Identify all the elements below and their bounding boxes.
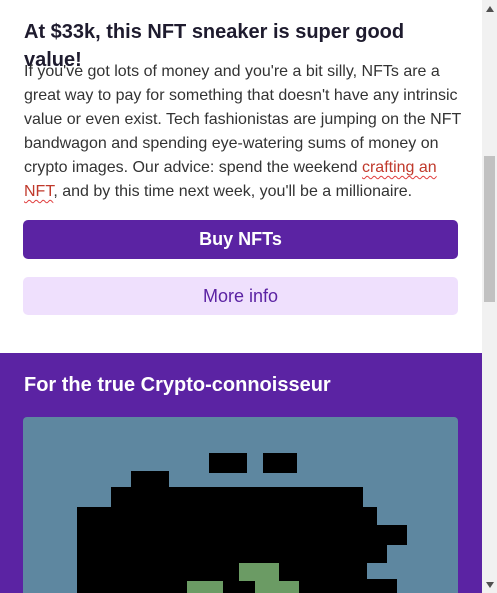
- pixel-block-5: [77, 525, 407, 545]
- body-text-end: , and by this time next week, you'll be …: [53, 183, 413, 200]
- card-body-text: If you've got lots of money and you're a…: [24, 60, 462, 204]
- pixel-block-1: [209, 453, 247, 473]
- pixel-block-2: [263, 453, 297, 473]
- scroll-up-icon[interactable]: [482, 0, 497, 17]
- buy-nfts-button[interactable]: Buy NFTs: [23, 220, 458, 259]
- nft-image: [23, 417, 458, 593]
- pixel-block-4: [77, 507, 377, 525]
- pixel-block-7: [77, 561, 367, 581]
- pixel-block-0: [131, 471, 169, 489]
- pixel-art-cat-image: [77, 453, 407, 593]
- more-info-button[interactable]: More info: [23, 277, 458, 315]
- pixel-block-9: [239, 563, 279, 581]
- scrollbar-thumb[interactable]: [484, 156, 495, 302]
- pixel-block-10: [255, 581, 299, 593]
- crypto-connoisseur-card: For the true Crypto-connoisseur: [0, 353, 482, 593]
- pixel-block-8: [77, 579, 397, 593]
- scroll-down-icon[interactable]: [482, 576, 497, 593]
- nft-sneaker-card: At $33k, this NFT sneaker is super good …: [0, 0, 482, 353]
- pixel-block-11: [187, 581, 223, 593]
- card-title-2: For the true Crypto-connoisseur: [24, 374, 331, 396]
- pixel-block-3: [111, 487, 363, 507]
- pixel-block-6: [77, 543, 387, 563]
- vertical-scrollbar[interactable]: [482, 0, 497, 593]
- page-content: At $33k, this NFT sneaker is super good …: [0, 0, 482, 593]
